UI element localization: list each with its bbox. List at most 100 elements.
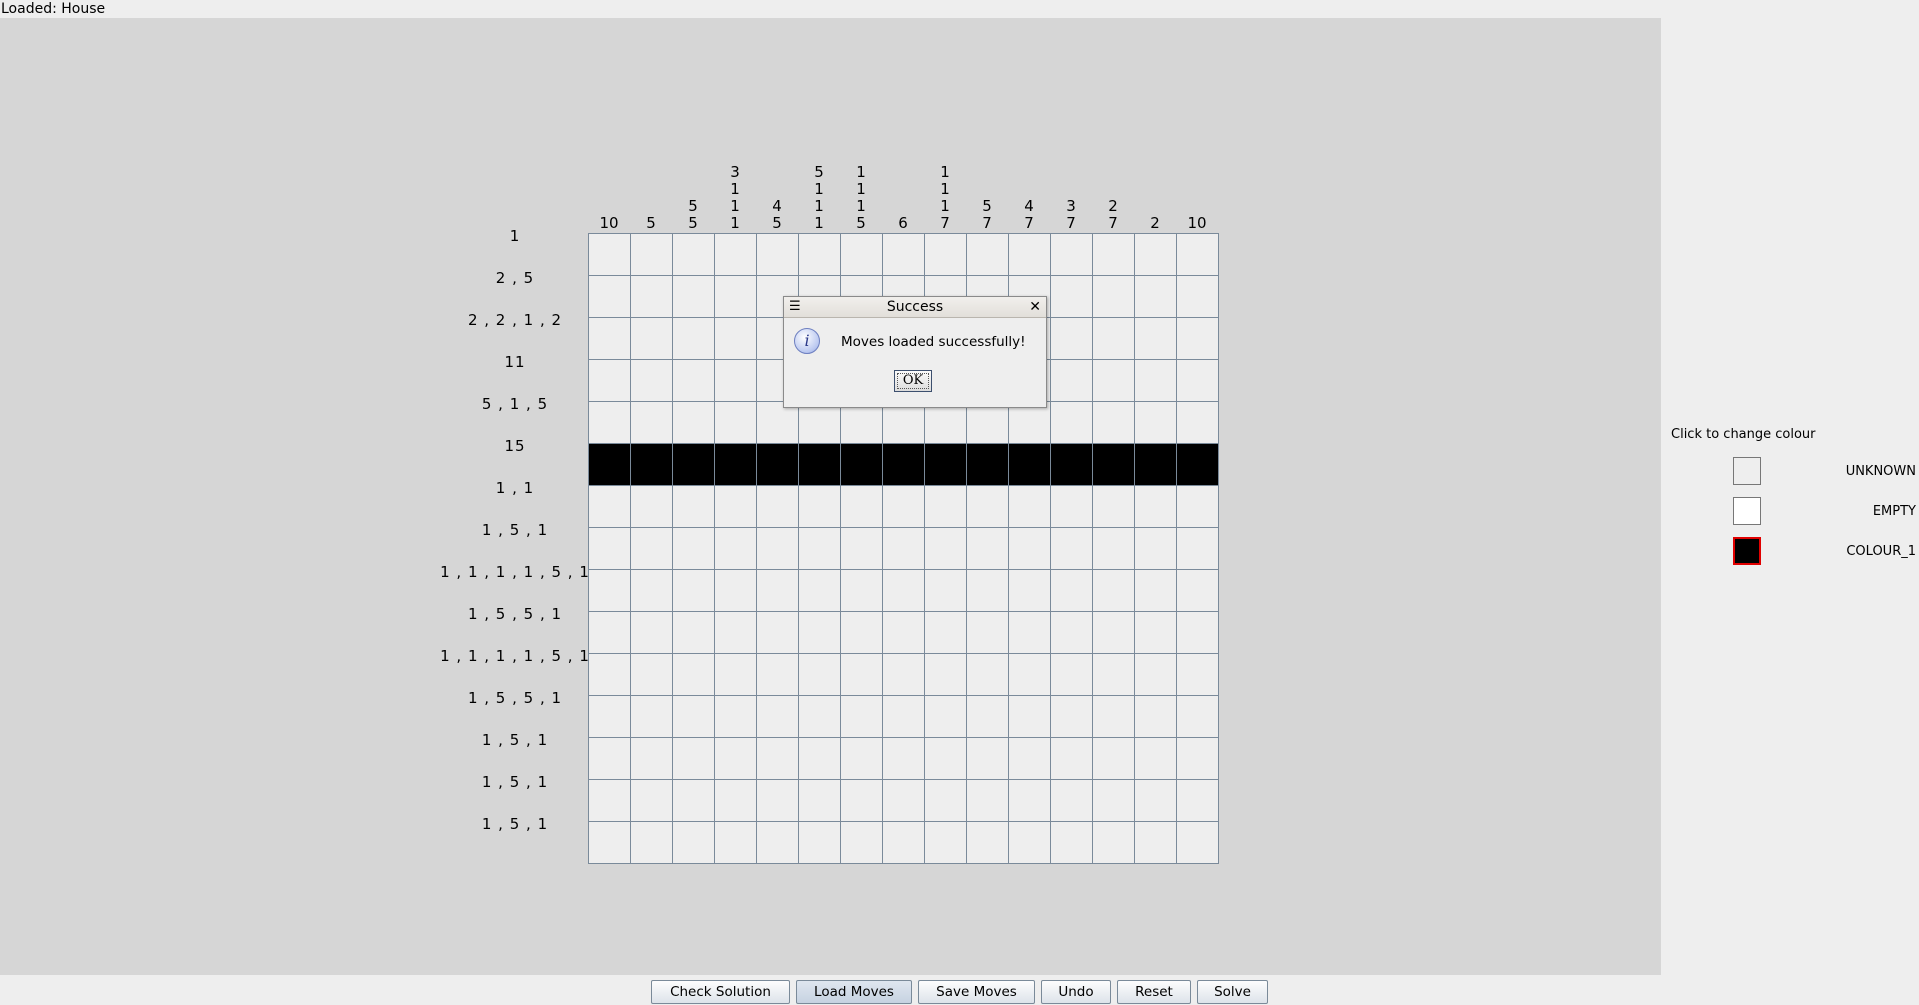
grid-cell[interactable]	[882, 737, 924, 779]
save-moves-button[interactable]: Save Moves	[918, 980, 1035, 1004]
grid-cell[interactable]	[588, 401, 630, 443]
grid-cell[interactable]	[672, 527, 714, 569]
grid-cell[interactable]	[840, 737, 882, 779]
grid-cell[interactable]	[924, 443, 966, 485]
grid-cell[interactable]	[630, 695, 672, 737]
grid-cell[interactable]	[798, 821, 840, 863]
grid-cell[interactable]	[672, 653, 714, 695]
grid-cell[interactable]	[882, 485, 924, 527]
grid-cell[interactable]	[966, 653, 1008, 695]
grid-cell[interactable]	[756, 569, 798, 611]
grid-cell[interactable]	[1050, 443, 1092, 485]
grid-cell[interactable]	[924, 569, 966, 611]
grid-cell[interactable]	[882, 653, 924, 695]
grid-cell[interactable]	[1050, 611, 1092, 653]
grid-cell[interactable]	[1008, 611, 1050, 653]
grid-cell[interactable]	[588, 443, 630, 485]
grid-cell[interactable]	[1134, 611, 1176, 653]
grid-cell[interactable]	[1092, 779, 1134, 821]
grid-cell[interactable]	[588, 317, 630, 359]
grid-cell[interactable]	[756, 695, 798, 737]
colour-1-swatch[interactable]	[1733, 537, 1761, 565]
grid-cell[interactable]	[882, 821, 924, 863]
grid-cell[interactable]	[1134, 527, 1176, 569]
grid-cell[interactable]	[672, 695, 714, 737]
grid-cell[interactable]	[1134, 443, 1176, 485]
grid-cell[interactable]	[1050, 527, 1092, 569]
grid-cell[interactable]	[672, 317, 714, 359]
grid-cell[interactable]	[714, 695, 756, 737]
grid-cell[interactable]	[630, 611, 672, 653]
grid-cell[interactable]	[714, 359, 756, 401]
grid-cell[interactable]	[714, 821, 756, 863]
grid-cell[interactable]	[1050, 233, 1092, 275]
grid-cell[interactable]	[1176, 695, 1218, 737]
grid-cell[interactable]	[798, 569, 840, 611]
grid-cell[interactable]	[1050, 401, 1092, 443]
grid-cell[interactable]	[672, 821, 714, 863]
grid-cell[interactable]	[630, 485, 672, 527]
grid-cell[interactable]	[714, 443, 756, 485]
grid-cell[interactable]	[756, 443, 798, 485]
grid-cell[interactable]	[840, 821, 882, 863]
grid-cell[interactable]	[1092, 275, 1134, 317]
grid-cell[interactable]	[714, 611, 756, 653]
grid-cell[interactable]	[1176, 317, 1218, 359]
grid-cell[interactable]	[1008, 821, 1050, 863]
grid-cell[interactable]	[1008, 527, 1050, 569]
grid-cell[interactable]	[924, 653, 966, 695]
grid-cell[interactable]	[630, 737, 672, 779]
unknown-colour-swatch[interactable]	[1733, 457, 1761, 485]
grid-cell[interactable]	[588, 779, 630, 821]
grid-cell[interactable]	[798, 695, 840, 737]
grid-cell[interactable]	[1092, 569, 1134, 611]
grid-cell[interactable]	[1176, 653, 1218, 695]
grid-cell[interactable]	[1176, 779, 1218, 821]
reset-button[interactable]: Reset	[1117, 980, 1191, 1004]
grid-cell[interactable]	[1008, 737, 1050, 779]
grid-cell[interactable]	[588, 653, 630, 695]
grid-cell[interactable]	[756, 611, 798, 653]
grid-cell[interactable]	[1134, 233, 1176, 275]
grid-cell[interactable]	[672, 233, 714, 275]
grid-cell[interactable]	[966, 779, 1008, 821]
grid-cell[interactable]	[1050, 359, 1092, 401]
solve-button[interactable]: Solve	[1197, 980, 1268, 1004]
grid-cell[interactable]	[1134, 401, 1176, 443]
grid-cell[interactable]	[588, 695, 630, 737]
grid-cell[interactable]	[840, 779, 882, 821]
grid-cell[interactable]	[1134, 695, 1176, 737]
grid-cell[interactable]	[1008, 233, 1050, 275]
grid-cell[interactable]	[672, 359, 714, 401]
grid-cell[interactable]	[1092, 485, 1134, 527]
grid-cell[interactable]	[798, 527, 840, 569]
grid-cell[interactable]	[672, 569, 714, 611]
grid-cell[interactable]	[1092, 401, 1134, 443]
grid-cell[interactable]	[1092, 317, 1134, 359]
grid-cell[interactable]	[1008, 695, 1050, 737]
grid-cell[interactable]	[924, 485, 966, 527]
grid-cell[interactable]	[1134, 359, 1176, 401]
check-solution-button[interactable]: Check Solution	[651, 980, 790, 1004]
grid-cell[interactable]	[1176, 485, 1218, 527]
grid-cell[interactable]	[756, 779, 798, 821]
grid-cell[interactable]	[756, 737, 798, 779]
grid-cell[interactable]	[630, 443, 672, 485]
grid-cell[interactable]	[1050, 779, 1092, 821]
grid-cell[interactable]	[588, 275, 630, 317]
grid-cell[interactable]	[1176, 569, 1218, 611]
grid-cell[interactable]	[630, 233, 672, 275]
grid-cell[interactable]	[798, 653, 840, 695]
grid-cell[interactable]	[1050, 737, 1092, 779]
grid-cell[interactable]	[924, 527, 966, 569]
grid-cell[interactable]	[966, 443, 1008, 485]
grid-cell[interactable]	[588, 737, 630, 779]
grid-cell[interactable]	[966, 569, 1008, 611]
grid-cell[interactable]	[1008, 653, 1050, 695]
grid-cell[interactable]	[630, 275, 672, 317]
grid-cell[interactable]	[1134, 317, 1176, 359]
grid-cell[interactable]	[966, 485, 1008, 527]
grid-cell[interactable]	[756, 485, 798, 527]
grid-cell[interactable]	[1050, 275, 1092, 317]
grid-cell[interactable]	[588, 233, 630, 275]
